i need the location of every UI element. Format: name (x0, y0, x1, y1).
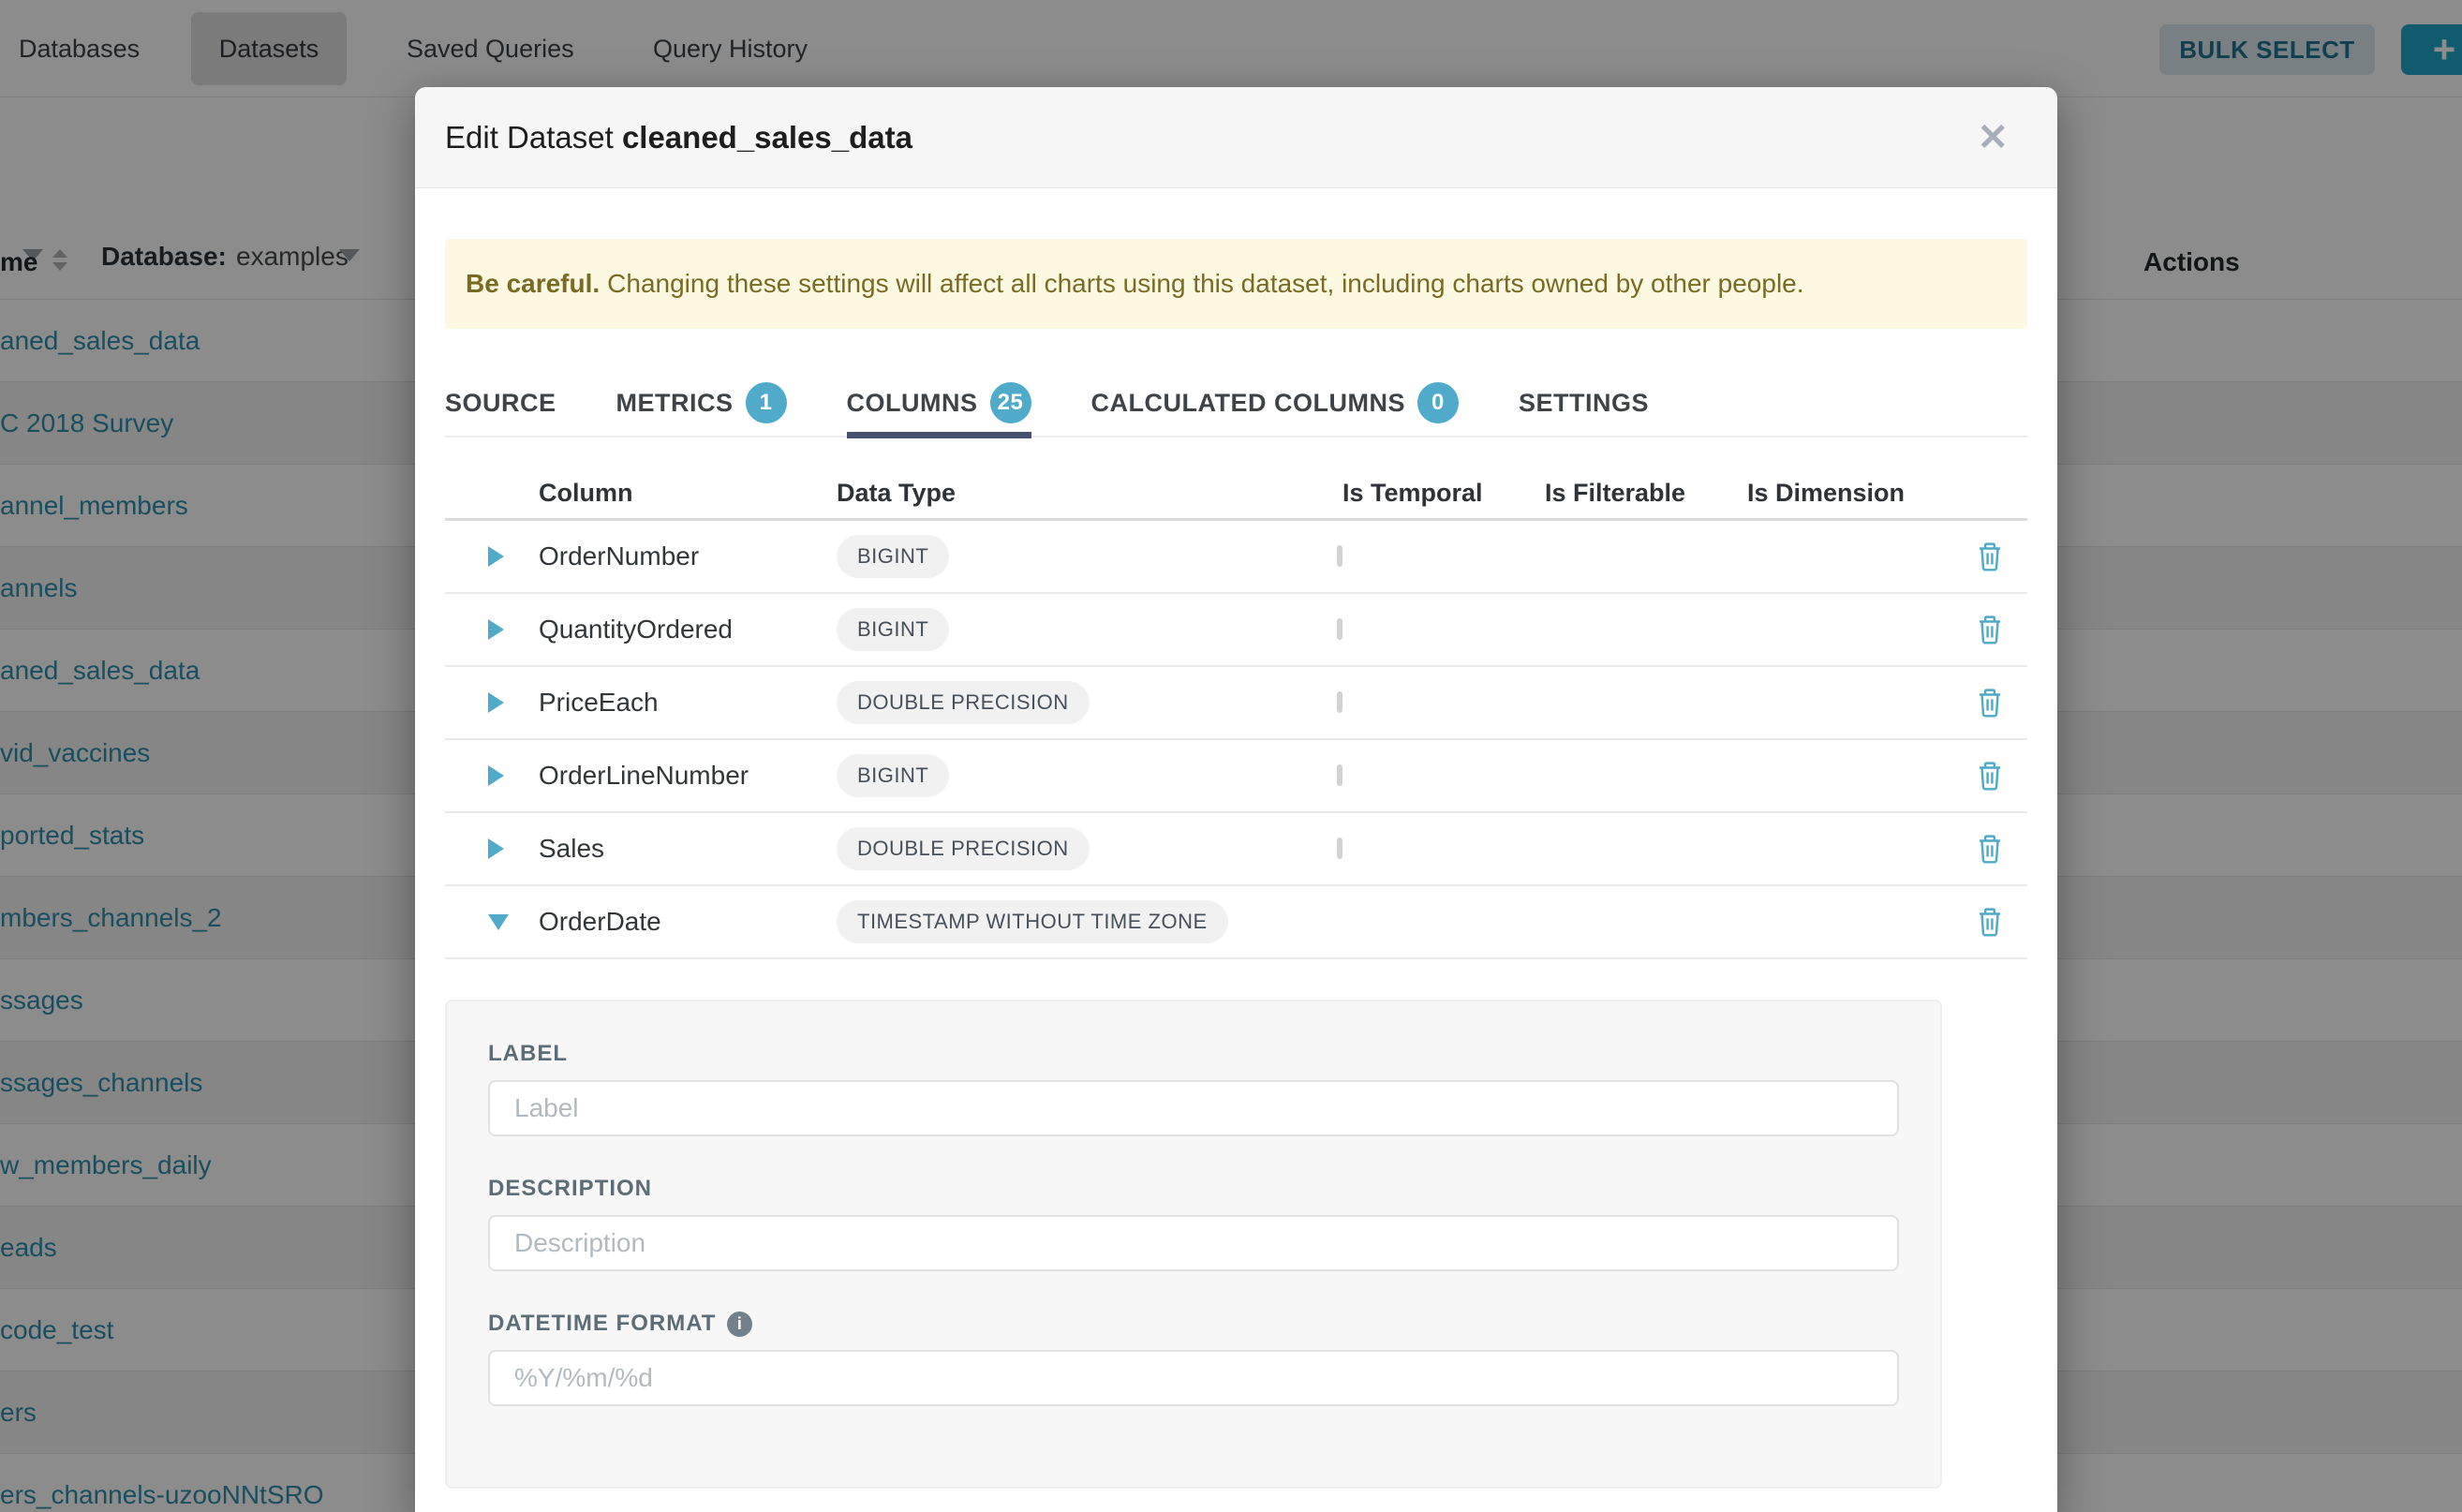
tab-source[interactable]: SOURCE (445, 369, 556, 437)
column-detail-panel: LABEL DESCRIPTION DATETIME FORMAT i (445, 1000, 1942, 1489)
modal-tabs: SOURCE METRICS1 COLUMNS25 CALCULATED COL… (445, 370, 2027, 437)
tab-calculated-columns[interactable]: CALCULATED COLUMNS0 (1091, 369, 1459, 437)
close-icon[interactable]: ✕ (1977, 119, 2009, 156)
expand-caret-icon[interactable] (488, 619, 504, 640)
expand-caret-icon[interactable] (488, 546, 504, 567)
columns-table: Column Data Type Is Temporal Is Filterab… (445, 468, 2027, 959)
column-row: OrderNumber BIGINT (445, 521, 2027, 594)
warning-text: Changing these settings will affect all … (607, 269, 1803, 299)
trash-icon (1976, 760, 2004, 792)
expand-caret-icon[interactable] (488, 838, 504, 859)
column-row-expanded: OrderDate TIMESTAMP WITHOUT TIME ZONE (445, 886, 2027, 959)
is-dimension-header: Is Dimension (1728, 479, 1951, 508)
is-temporal-checkbox[interactable] (1337, 691, 1342, 713)
info-icon[interactable]: i (727, 1312, 752, 1337)
trash-icon (1976, 906, 2004, 938)
data-type-pill: DOUBLE PRECISION (837, 827, 1090, 870)
data-type-pill: DOUBLE PRECISION (837, 681, 1090, 724)
data-type-pill: TIMESTAMP WITHOUT TIME ZONE (837, 900, 1228, 943)
edit-dataset-modal: Edit Dataset cleaned_sales_data ✕ Be car… (415, 87, 2057, 1512)
expand-caret-icon[interactable] (488, 765, 504, 786)
warning-bold: Be careful. (466, 269, 600, 299)
is-temporal-checkbox[interactable] (1337, 618, 1342, 640)
column-row: OrderLineNumber BIGINT (445, 740, 2027, 813)
trash-icon (1976, 833, 2004, 865)
modal-header: Edit Dataset cleaned_sales_data ✕ (415, 87, 2057, 188)
column-row: QuantityOrdered BIGINT (445, 594, 2027, 667)
collapse-caret-icon[interactable] (488, 914, 509, 930)
column-name: OrderDate (527, 907, 837, 937)
is-temporal-checkbox[interactable] (1337, 545, 1342, 567)
data-type-header: Data Type (837, 479, 1324, 508)
column-name: QuantityOrdered (527, 615, 837, 645)
column-name: OrderNumber (527, 541, 837, 571)
modal-body: Be careful. Changing these settings will… (415, 239, 2057, 1489)
datetime-format-input[interactable] (488, 1350, 1899, 1406)
trash-icon (1976, 541, 2004, 572)
delete-column-button[interactable] (1976, 906, 2004, 938)
is-temporal-checkbox[interactable] (1337, 764, 1342, 786)
is-filterable-header: Is Filterable (1526, 479, 1728, 508)
description-field-label: DESCRIPTION (488, 1176, 1899, 1202)
delete-column-button[interactable] (1976, 760, 2004, 792)
data-type-pill: BIGINT (837, 608, 949, 651)
tab-metrics[interactable]: METRICS1 (616, 369, 787, 437)
column-header: Column (527, 479, 837, 508)
delete-column-button[interactable] (1976, 541, 2004, 572)
column-row: PriceEach DOUBLE PRECISION (445, 667, 2027, 740)
column-name: OrderLineNumber (527, 761, 837, 791)
trash-icon (1976, 614, 2004, 645)
delete-column-button[interactable] (1976, 614, 2004, 645)
is-temporal-header: Is Temporal (1324, 479, 1526, 508)
calculated-columns-count-badge: 0 (1417, 382, 1459, 423)
expand-caret-icon[interactable] (488, 692, 504, 713)
metrics-count-badge: 1 (746, 382, 787, 423)
columns-table-header: Column Data Type Is Temporal Is Filterab… (445, 468, 2027, 521)
warning-banner: Be careful. Changing these settings will… (445, 239, 2027, 329)
datetime-format-field-label: DATETIME FORMAT i (488, 1311, 1899, 1337)
data-type-pill: BIGINT (837, 535, 949, 578)
is-temporal-checkbox[interactable] (1337, 838, 1342, 859)
dataset-name: cleaned_sales_data (622, 120, 912, 155)
column-name: PriceEach (527, 688, 837, 718)
columns-count-badge: 25 (990, 382, 1031, 423)
label-input[interactable] (488, 1080, 1899, 1136)
label-field-label: LABEL (488, 1041, 1899, 1067)
data-type-pill: BIGINT (837, 754, 949, 797)
column-name: Sales (527, 834, 837, 864)
column-row: Sales DOUBLE PRECISION (445, 813, 2027, 886)
tab-columns[interactable]: COLUMNS25 (847, 369, 1031, 437)
trash-icon (1976, 687, 2004, 719)
delete-column-button[interactable] (1976, 833, 2004, 865)
tab-settings[interactable]: SETTINGS (1519, 369, 1649, 437)
modal-title: Edit Dataset cleaned_sales_data (445, 120, 912, 156)
delete-column-button[interactable] (1976, 687, 2004, 719)
description-input[interactable] (488, 1215, 1899, 1271)
